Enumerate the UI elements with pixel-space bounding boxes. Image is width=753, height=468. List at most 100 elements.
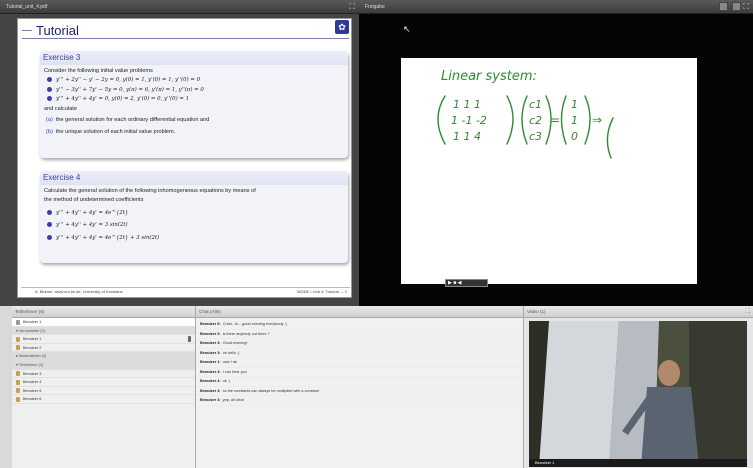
bullet-icon: [47, 77, 52, 83]
mouse-cursor-icon: ↖: [403, 24, 411, 34]
var-c2: c2: [529, 114, 542, 127]
user-icon: [16, 371, 20, 377]
fullscreen-icon[interactable]: ⛶: [743, 2, 749, 11]
participants-title: Teilnehmer (6): [15, 309, 45, 314]
chat-sender: Benutzer 3:: [200, 350, 221, 355]
exercise-4-title: Exercise 4: [40, 171, 348, 185]
exercise-4-intro-1: Calculate the general solution of the fo…: [44, 188, 256, 194]
participant-name: ▸ Moderatoren (0): [16, 354, 47, 359]
chat-sender: Benutzer 3:: [200, 341, 221, 345]
app-root: Tutorial_unit_4.pdf ⛶ Freigabe ⛶ Tutoria…: [0, 0, 753, 468]
ex3-item-b: the unique solution of each initial valu…: [55, 129, 176, 136]
participant-name: Benutzer 3: [23, 371, 42, 376]
participant-name: Benutzer 1: [23, 320, 42, 324]
participant-name: Benutzer 5: [23, 388, 42, 393]
chat-text: I can hear you: [222, 369, 247, 374]
user-icon: [16, 379, 20, 385]
equals-sign: =: [550, 113, 560, 127]
fullscreen-icon[interactable]: ⛶: [349, 2, 355, 12]
whiteboard-heading: Linear system:: [441, 69, 537, 84]
chat-text: oh hello :): [222, 350, 240, 355]
participant-name: ▾ Veranstalter (2): [16, 328, 45, 333]
rhs-1: 1: [571, 98, 578, 111]
slide-footer: A. Birkner, www.uni-lm.de, University of…: [21, 287, 350, 295]
matrix-row-1: 1 1 1: [453, 98, 481, 111]
exercise-4-intro-2: the method of undetermined coefficients: [44, 197, 144, 204]
participant-row[interactable]: Benutzer 3: [12, 370, 195, 379]
pdf-viewer[interactable]: Tutorial ✿ Exercise 3 Consider the follo…: [0, 14, 359, 306]
chat-message: Benutzer 3: is there anybody out there ?: [200, 330, 519, 339]
var-c1: c1: [529, 98, 542, 111]
video-panel: Video (1) ⛶ Benutzer 1: [524, 306, 753, 468]
chat-sender: Benutzer 3:: [200, 388, 221, 393]
chat-sender: Benutzer 3:: [200, 398, 221, 402]
chat-message: Benutzer 3: Good evening!: [200, 339, 519, 349]
user-icon: [16, 345, 20, 351]
chat-text: is there anybody out there ?: [222, 331, 270, 336]
participant-row[interactable]: Benutzer 5: [12, 387, 195, 396]
ex3-equation-3: y''' + 4y'' + 4y' = 0, y(0) = 2, y'(0) =…: [56, 96, 190, 103]
participant-row[interactable]: Benutzer 4: [12, 378, 195, 387]
participant-group[interactable]: ▾ Veranstalter (2): [12, 326, 195, 336]
chat-message: Benutzer 5: O-bsi...ih... good evening ev…: [200, 320, 519, 330]
participant-name: Benutzer 4: [23, 380, 42, 385]
user-icon: [16, 396, 20, 402]
exercise-3-intro: Consider the following initial value pro…: [44, 68, 153, 74]
video-title: Video (1): [527, 309, 546, 314]
chat-text: so the constants can always be multiplie…: [222, 388, 319, 393]
bullet-icon: [47, 222, 52, 228]
user-icon: [16, 319, 20, 325]
microphone-icon[interactable]: [188, 336, 191, 343]
video-frame: [529, 321, 747, 467]
whiteboard-pane-header: Freigabe ⛶: [359, 0, 753, 14]
exercise-3-block: Exercise 3 Consider the following initia…: [40, 51, 348, 158]
chat-message: Benutzer 3: so the constants can always b…: [200, 387, 519, 396]
chat-sender: Benutzer 1:: [200, 360, 221, 364]
participant-group[interactable]: ▸ Moderatoren (0): [12, 352, 195, 361]
grid-icon[interactable]: [732, 2, 742, 11]
participants-list: Benutzer 1 ▾ Veranstalter (2) Benutzer 1 Be…: [12, 318, 195, 404]
layout-icon[interactable]: [718, 2, 728, 11]
chat-message: Benutzer 4: I can hear you: [200, 368, 519, 377]
participants-panel: Teilnehmer (6) Benutzer 1 ▾ Veranstalter …: [12, 306, 196, 468]
bottom-panels: Teilnehmer (6) Benutzer 1 ▾ Veranstalter …: [0, 306, 753, 468]
participant-row[interactable]: Benutzer 1: [12, 318, 195, 327]
media-controls[interactable]: ▶ ■ ◀: [445, 279, 488, 287]
participant-name: Benutzer 2: [23, 345, 42, 350]
exercise-4-block: Exercise 4 Calculate the general solutio…: [40, 171, 348, 263]
university-logo-icon: ✿: [335, 20, 349, 34]
chat-text: ok :): [222, 379, 231, 383]
chat-sender: Benutzer 3:: [200, 331, 221, 336]
chat-text: now I do: [222, 360, 238, 364]
user-icon: [16, 336, 20, 342]
participant-row[interactable]: Benutzer 6: [12, 395, 195, 404]
bullet-icon: [47, 209, 52, 215]
video-feed[interactable]: Benutzer 1: [529, 321, 747, 467]
matrix-row-2: 1 -1 -2: [451, 114, 487, 127]
pdf-slide: Tutorial ✿ Exercise 3 Consider the follo…: [17, 18, 352, 298]
rhs-2: 1: [571, 114, 578, 127]
video-header: Video (1) ⛶: [524, 306, 753, 318]
bullet-icon: [47, 234, 52, 240]
whiteboard-pane[interactable]: ↖ Linear system: 1 1 1 1 -1 -2 1 1 4 c1 …: [359, 14, 753, 306]
chat-message: Benutzer 1: now I do: [200, 358, 519, 368]
slide-title: Tutorial: [22, 22, 349, 39]
chat-panel: Chat (Alle) Benutzer 5: O-bsi...ih... goo…: [196, 306, 524, 468]
ex4-equation-1: y''' + 4y'' + 4y' = 4e^{2t}: [56, 209, 129, 216]
whiteboard-canvas[interactable]: Linear system: 1 1 1 1 -1 -2 1 1 4 c1 c2…: [401, 58, 697, 287]
implies-arrow: ⇒: [592, 113, 602, 127]
bullet-icon: [47, 96, 52, 102]
participant-row[interactable]: Benutzer 1: [12, 335, 195, 344]
ex3-equation-2: y''' − 3y'' + 7y' − 5y = 0, y(π) = 6, y'…: [56, 86, 204, 93]
ex3-item-a: the general solution for each ordinary d…: [55, 117, 210, 124]
chat-messages: Benutzer 5: O-bsi...ih... good evening ev…: [196, 318, 523, 408]
chat-message: Benutzer 3: oh hello :): [200, 349, 519, 358]
chat-text: yep, all clear: [222, 398, 245, 402]
participant-group[interactable]: ▾ Teilnehmer (4): [12, 360, 195, 370]
participant-name: Benutzer 6: [23, 397, 42, 402]
chat-header: Chat (Alle): [196, 306, 523, 318]
fullscreen-icon[interactable]: ⛶: [745, 306, 750, 318]
participant-row[interactable]: Benutzer 2: [12, 344, 195, 353]
chat-sender: Benutzer 4:: [200, 379, 221, 383]
ex3-equation-1: y''' + 2y'' − y' − 2y = 0, y(0) = 1, y'(…: [56, 77, 201, 84]
